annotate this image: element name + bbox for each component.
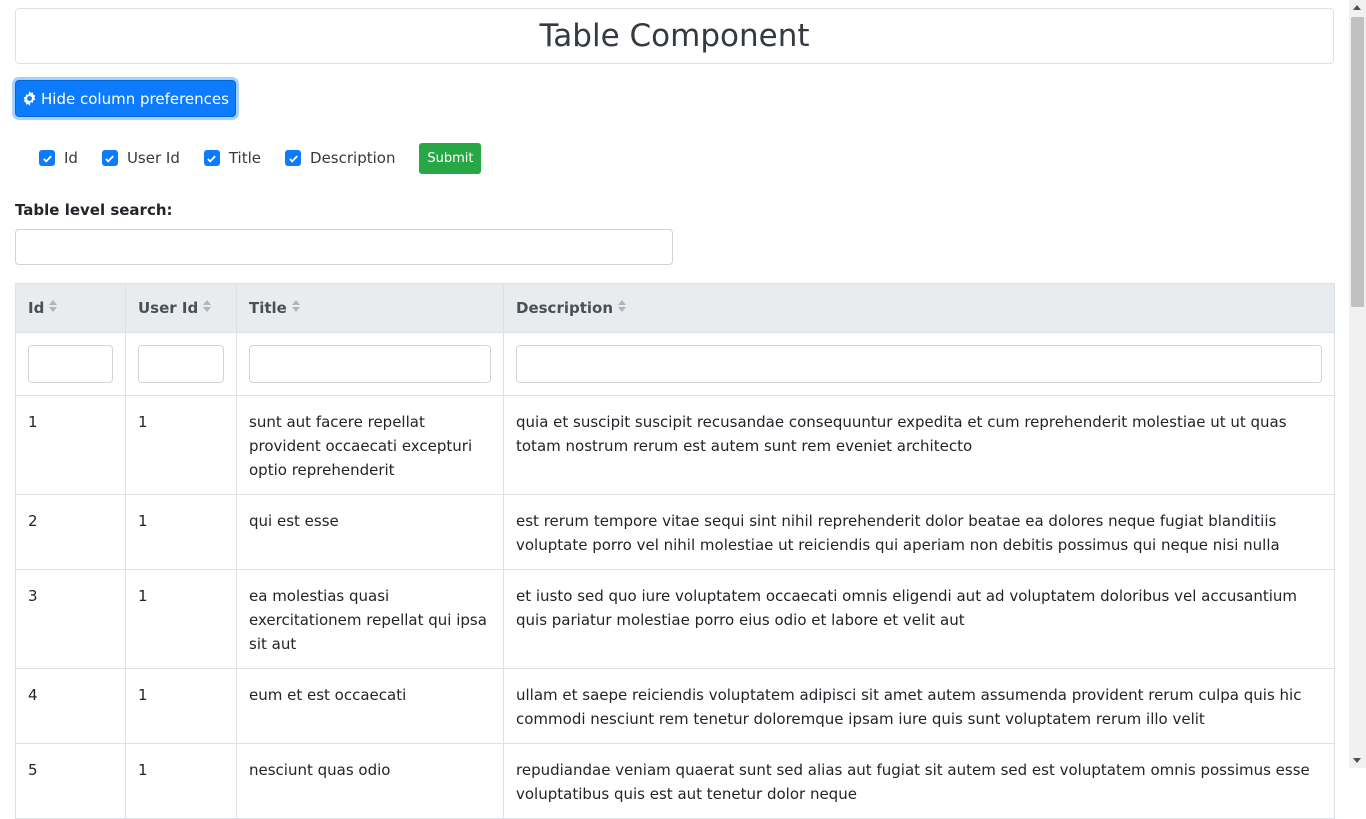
pref-id-label: Id — [64, 149, 78, 167]
scrollbar-thumb[interactable] — [1351, 17, 1364, 307]
sort-icon[interactable] — [291, 299, 301, 317]
filter-input-user-id[interactable] — [138, 345, 224, 383]
cell-user-id: 1 — [125, 494, 237, 570]
page-container: Table Component Hide column preferences … — [15, 8, 1335, 819]
cell-id: 5 — [15, 743, 126, 819]
table-row: 2 1 qui est esse est rerum tempore vitae… — [15, 494, 1335, 570]
data-table: Id User Id Title Description 1 1 sunt au… — [15, 283, 1335, 819]
table-row: 1 1 sunt aut facere repellat provident o… — [15, 395, 1335, 495]
filter-row — [15, 332, 1335, 396]
gear-icon — [22, 91, 37, 106]
cell-description: est rerum tempore vitae sequi sint nihil… — [503, 494, 1335, 570]
pref-description[interactable]: Description — [285, 149, 395, 167]
cell-id: 3 — [15, 569, 126, 669]
table-search-label: Table level search: — [15, 201, 173, 219]
column-header-description-label: Description — [516, 298, 614, 317]
pref-id-checkbox[interactable] — [39, 150, 55, 166]
filter-cell-title — [236, 332, 504, 396]
cell-title: eum et est occaecati — [236, 668, 504, 744]
pref-description-checkbox[interactable] — [285, 150, 302, 166]
hide-column-preferences-button[interactable]: Hide column preferences — [15, 80, 236, 117]
column-header-description[interactable]: Description — [503, 283, 1335, 333]
filter-cell-user-id — [125, 332, 237, 396]
filter-input-id[interactable] — [28, 345, 113, 383]
filter-input-title[interactable] — [249, 345, 491, 383]
pref-user-id-label: User Id — [126, 149, 180, 167]
cell-title: sunt aut facere repellat provident occae… — [236, 395, 504, 495]
table-row: 3 1 ea molestias quasi exercitationem re… — [15, 569, 1335, 669]
cell-description: et iusto sed quo iure voluptatem occaeca… — [503, 569, 1335, 669]
cell-user-id: 1 — [125, 743, 237, 819]
cell-description: repudiandae veniam quaerat sunt sed alia… — [503, 743, 1335, 819]
cell-id: 2 — [15, 494, 126, 570]
table-row: 4 1 eum et est occaecati ullam et saepe … — [15, 668, 1335, 744]
page-scrollbar[interactable] — [1349, 0, 1366, 768]
cell-description: quia et suscipit suscipit recusandae con… — [503, 395, 1335, 495]
cell-title: qui est esse — [236, 494, 504, 570]
column-preferences: Id User Id Title Description Submit — [39, 142, 482, 174]
pref-user-id[interactable]: User Id — [101, 149, 180, 167]
scroll-down-arrow[interactable] — [1353, 758, 1361, 763]
column-header-user-id[interactable]: User Id — [125, 283, 237, 333]
table-header-row: Id User Id Title Description — [15, 283, 1335, 333]
sort-icon[interactable] — [617, 299, 627, 317]
cell-title: nesciunt quas odio — [236, 743, 504, 819]
cell-description: ullam et saepe reiciendis voluptatem adi… — [503, 668, 1335, 744]
cell-user-id: 1 — [125, 569, 237, 669]
column-header-id-label: Id — [28, 298, 45, 317]
table-row: 5 1 nesciunt quas odio repudiandae venia… — [15, 743, 1335, 819]
table-search-input[interactable] — [15, 229, 673, 265]
hide-column-preferences-label: Hide column preferences — [41, 89, 229, 108]
cell-user-id: 1 — [125, 668, 237, 744]
filter-cell-description — [503, 332, 1335, 396]
cell-id: 4 — [15, 668, 126, 744]
pref-id[interactable]: Id — [39, 149, 78, 167]
scroll-up-arrow[interactable] — [1353, 5, 1361, 10]
sort-icon[interactable] — [48, 299, 58, 317]
cell-title: ea molestias quasi exercitationem repell… — [236, 569, 504, 669]
title-card: Table Component — [15, 8, 1334, 64]
sort-icon[interactable] — [202, 299, 212, 317]
pref-title-checkbox[interactable] — [203, 150, 220, 166]
pref-user-id-checkbox[interactable] — [101, 150, 118, 166]
pref-title[interactable]: Title — [203, 149, 262, 167]
pref-description-label: Description — [310, 149, 396, 167]
column-header-title-label: Title — [249, 298, 287, 317]
pref-title-label: Title — [228, 149, 262, 167]
cell-id: 1 — [15, 395, 126, 495]
submit-button[interactable]: Submit — [419, 142, 482, 174]
column-header-id[interactable]: Id — [15, 283, 126, 333]
filter-input-description[interactable] — [516, 345, 1322, 383]
column-header-user-id-label: User Id — [138, 298, 199, 317]
column-header-title[interactable]: Title — [236, 283, 504, 333]
page-title: Table Component — [539, 18, 810, 54]
cell-user-id: 1 — [125, 395, 237, 495]
filter-cell-id — [15, 332, 126, 396]
